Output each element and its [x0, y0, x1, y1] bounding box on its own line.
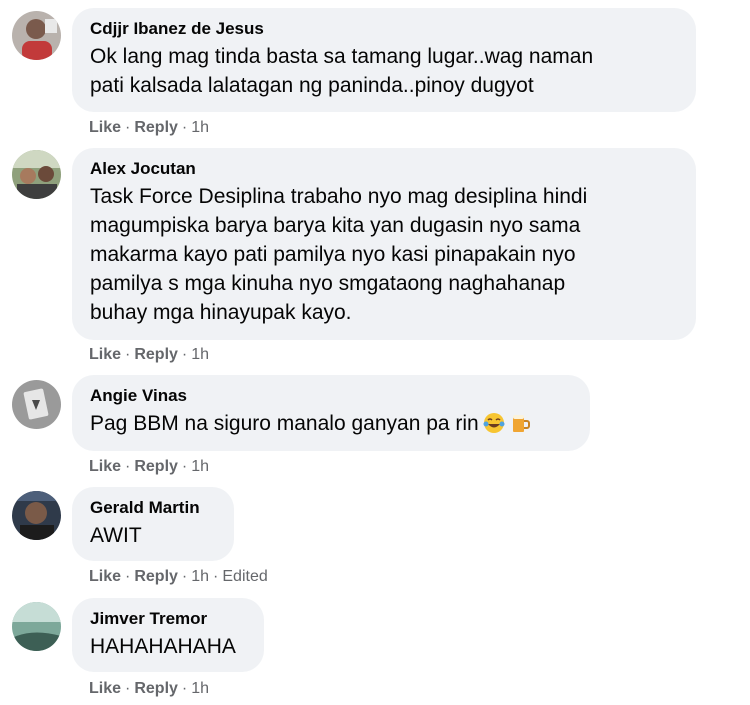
- avatar[interactable]: [12, 491, 61, 540]
- comment-author[interactable]: Jimver Tremor: [90, 608, 246, 630]
- comment-text-line: Pag BBM na siguro manalo ganyan pa rin: [90, 409, 572, 438]
- reply-link[interactable]: Reply: [134, 119, 178, 136]
- comment-text-line: Ok lang mag tinda basta sa tamang lugar.…: [90, 45, 594, 68]
- separator: ·: [125, 680, 131, 697]
- comment-actions: Like · Reply · 1h: [89, 118, 209, 138]
- separator: ·: [181, 568, 188, 585]
- timestamp[interactable]: 1h: [191, 346, 209, 363]
- comment-text-line: Task Force Desiplina trabaho nyo mag des…: [90, 185, 588, 208]
- comment-actions: Like · Reply · 1h · Edited: [89, 567, 268, 587]
- like-link[interactable]: Like: [89, 568, 121, 585]
- avatar[interactable]: [12, 11, 61, 60]
- timestamp[interactable]: 1h: [191, 119, 209, 136]
- avatar[interactable]: [12, 150, 61, 199]
- comment-author[interactable]: Gerald Martin: [90, 497, 216, 519]
- separator: ·: [181, 458, 188, 475]
- comment-text-line: pati kalsada lalatagan ng paninda..pinoy…: [90, 74, 534, 97]
- timestamp[interactable]: 1h: [191, 680, 209, 697]
- separator: ·: [125, 119, 131, 136]
- comment-bubble: Cdjjr Ibanez de Jesus Ok lang mag tinda …: [72, 8, 696, 112]
- avatar[interactable]: [12, 602, 61, 651]
- like-link[interactable]: Like: [89, 119, 121, 136]
- comment-text-line: magumpiska barya barya kita yan dugasin …: [90, 214, 581, 237]
- laughing-crying-face-icon: [483, 412, 505, 434]
- reply-link[interactable]: Reply: [134, 568, 178, 585]
- comment-text-line: AWIT: [90, 524, 142, 547]
- comment-text-line: buhay mga hinayupak kayo.: [90, 301, 352, 324]
- comment-bubble: Gerald Martin AWIT: [72, 487, 234, 561]
- comment-bubble: Angie Vinas Pag BBM na siguro manalo gan…: [72, 375, 590, 451]
- comment-author[interactable]: Angie Vinas: [90, 385, 572, 407]
- edited-label[interactable]: Edited: [222, 568, 267, 585]
- reply-link[interactable]: Reply: [134, 680, 178, 697]
- comment-actions: Like · Reply · 1h: [89, 679, 209, 699]
- like-link[interactable]: Like: [89, 680, 121, 697]
- separator: ·: [125, 458, 131, 475]
- comment-actions: Like · Reply · 1h: [89, 345, 209, 365]
- comment-bubble: Alex Jocutan Task Force Desiplina trabah…: [72, 148, 696, 340]
- separator: ·: [213, 568, 219, 585]
- comment-author[interactable]: Cdjjr Ibanez de Jesus: [90, 18, 678, 40]
- beer-mug-icon: [509, 412, 531, 434]
- reply-link[interactable]: Reply: [134, 346, 178, 363]
- separator: ·: [125, 346, 131, 363]
- separator: ·: [181, 346, 188, 363]
- like-link[interactable]: Like: [89, 346, 121, 363]
- reply-link[interactable]: Reply: [134, 458, 178, 475]
- comment-text-line: HAHAHAHAHA: [90, 635, 236, 658]
- comment-bubble: Jimver Tremor HAHAHAHAHA: [72, 598, 264, 672]
- comment-text-line: pamilya s mga kinuha nyo smgataong nagha…: [90, 272, 566, 295]
- separator: ·: [125, 568, 131, 585]
- separator: ·: [181, 680, 188, 697]
- timestamp[interactable]: 1h: [191, 568, 209, 585]
- comment-actions: Like · Reply · 1h: [89, 457, 209, 477]
- comment-author[interactable]: Alex Jocutan: [90, 158, 678, 180]
- like-link[interactable]: Like: [89, 458, 121, 475]
- comment-text-line: makarma kayo pati pamilya nyo kasi pinap…: [90, 243, 576, 266]
- avatar[interactable]: [12, 380, 61, 429]
- separator: ·: [181, 119, 188, 136]
- timestamp[interactable]: 1h: [191, 458, 209, 475]
